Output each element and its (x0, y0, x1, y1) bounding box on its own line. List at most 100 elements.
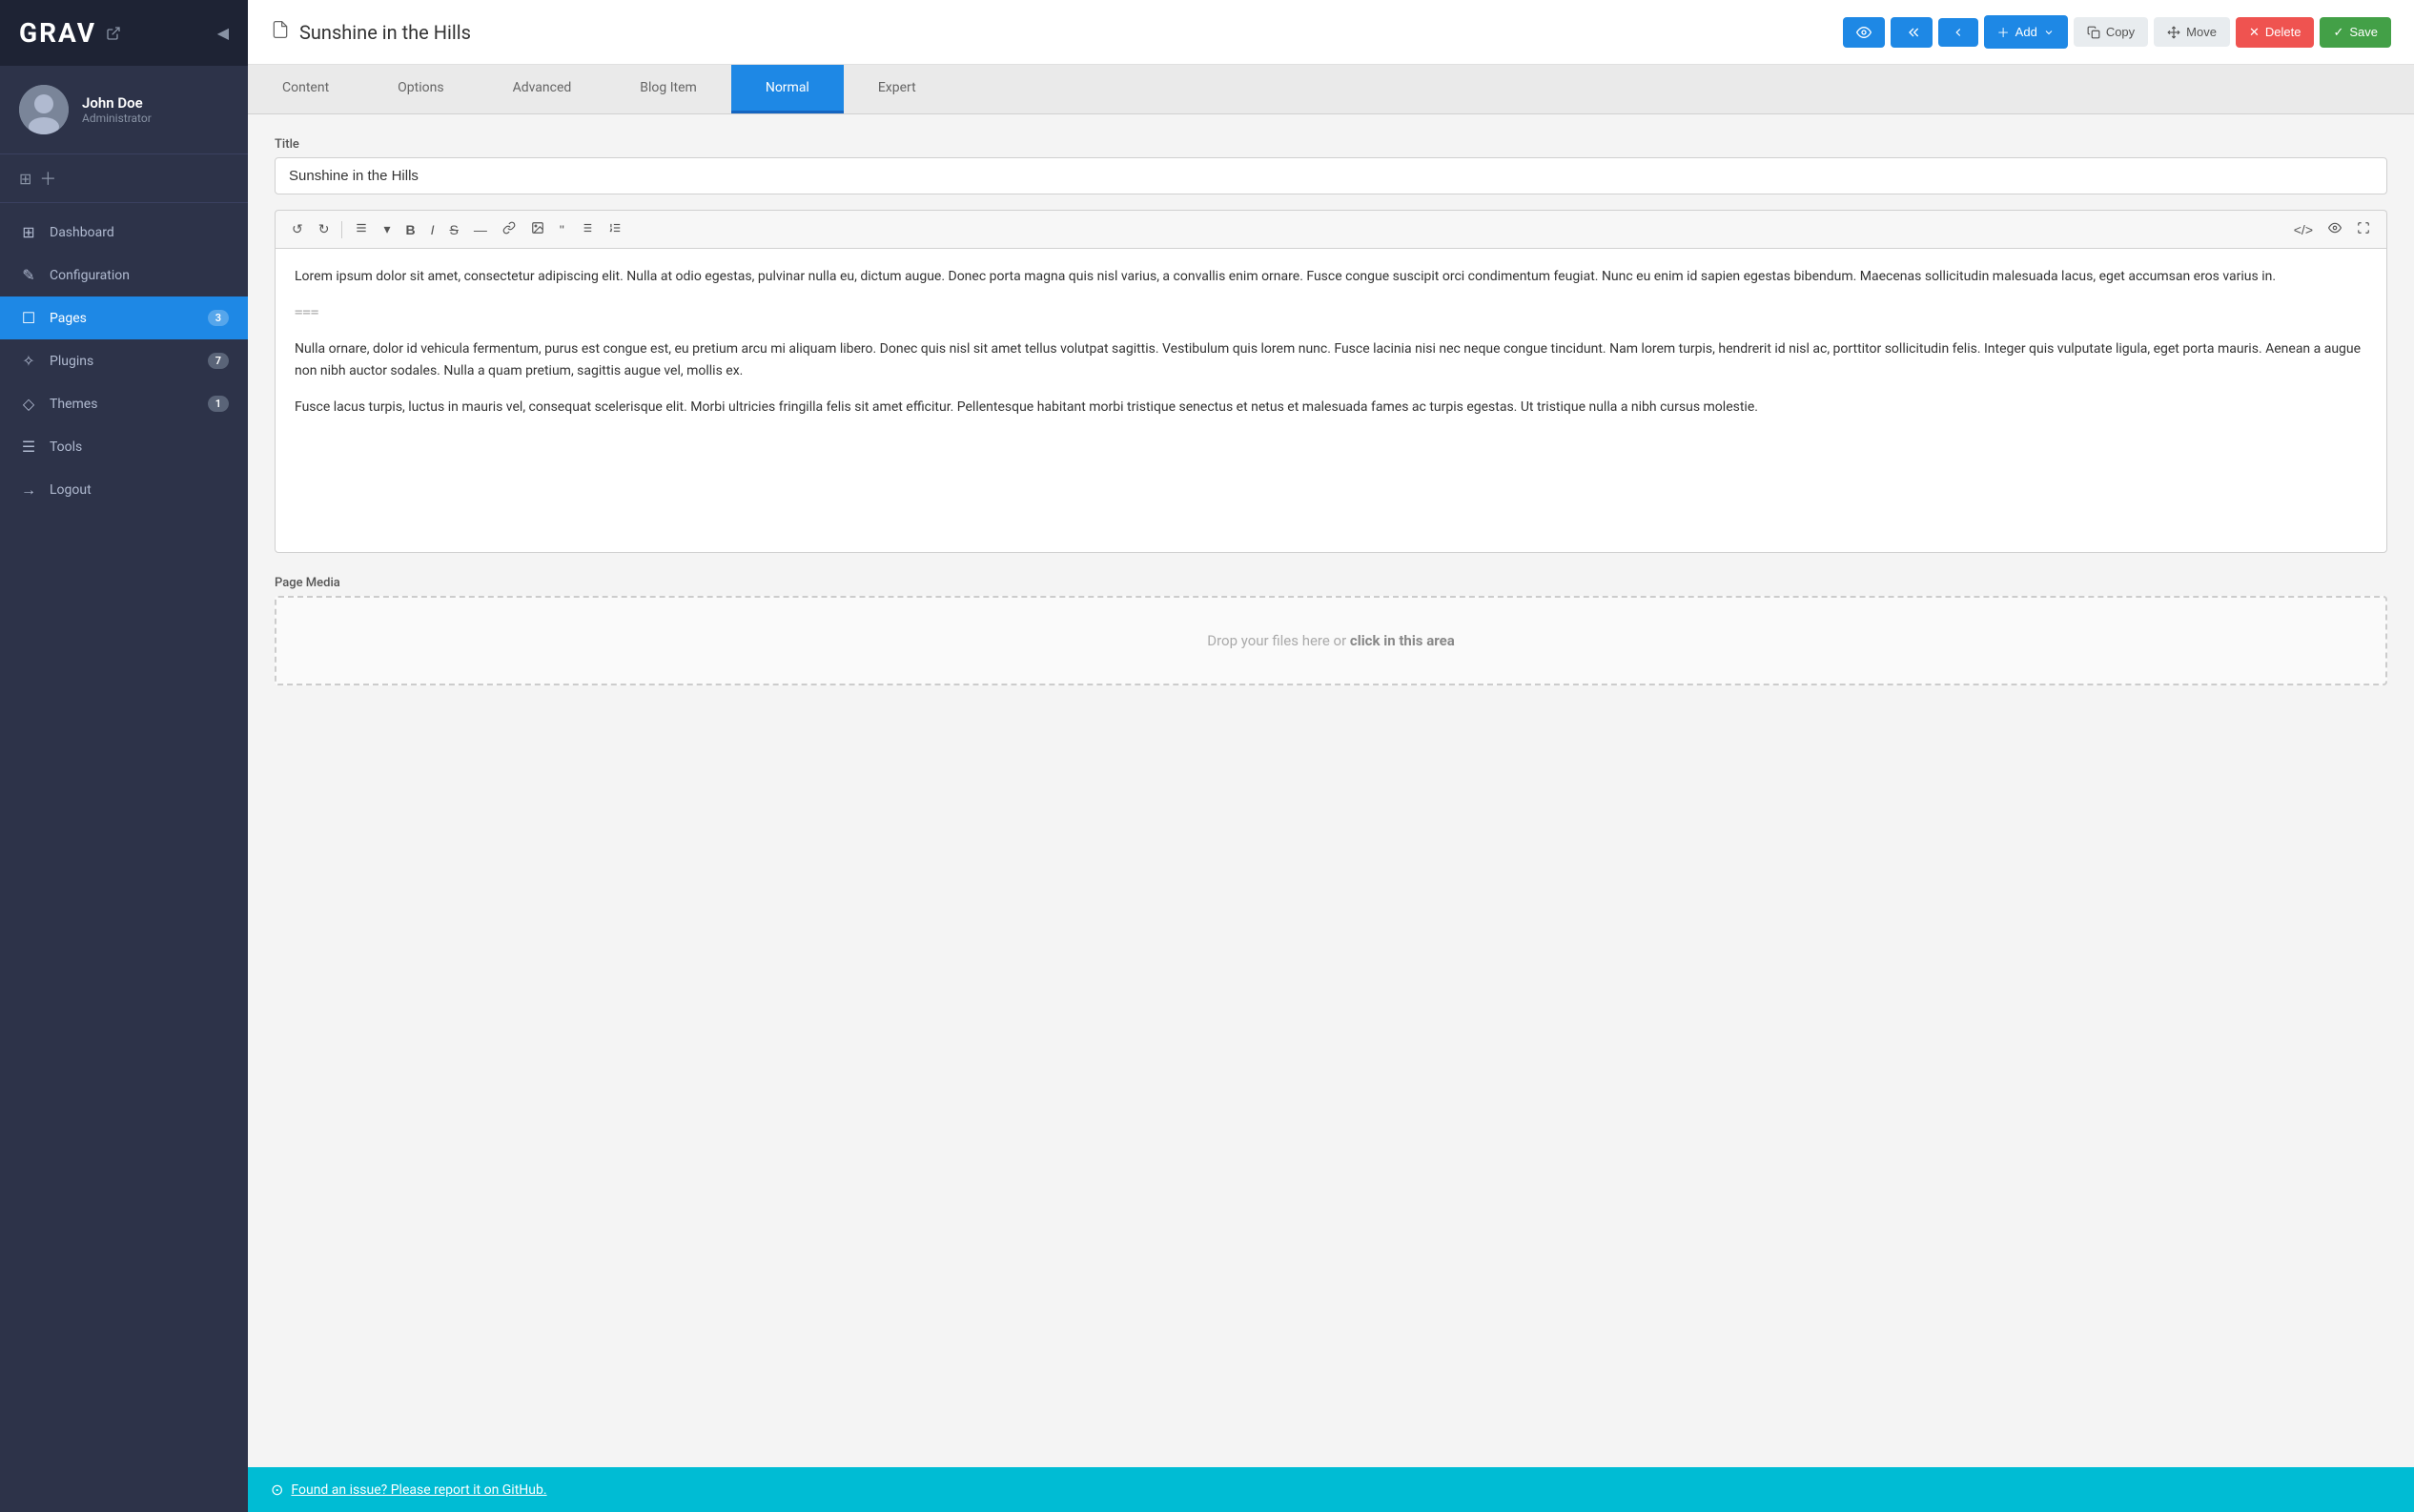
page-title-area: Sunshine in the Hills (271, 20, 471, 44)
toolbar-divider-1 (341, 221, 342, 238)
user-info: John Doe Administrator (82, 94, 152, 125)
tab-expert[interactable]: Expert (844, 65, 951, 113)
media-drop-text: Drop your files here or (1207, 632, 1350, 649)
image-button[interactable] (524, 216, 551, 242)
add-icon: ⊞ (19, 170, 31, 188)
nav-label-pages: Pages (50, 311, 196, 326)
sidebar-add-section[interactable]: ⊞ ＋ (0, 154, 248, 203)
github-icon: ⊙ (271, 1481, 283, 1499)
delete-icon: ✕ (2249, 25, 2260, 40)
hr-button[interactable]: — (467, 217, 494, 242)
nav-icon-tools: ☰ (19, 438, 38, 456)
prev-button[interactable] (1938, 18, 1978, 47)
add-label: Add (2015, 25, 2037, 39)
editor-body[interactable]: Lorem ipsum dolor sit amet, consectetur … (275, 248, 2387, 553)
sidebar-nav: ⊞ Dashboard ✎ Configuration ☐ Pages 3 ✧ … (0, 203, 248, 1512)
nav-icon-pages: ☐ (19, 309, 38, 327)
heading-dropdown-button[interactable]: ▾ (377, 216, 397, 242)
code-button[interactable]: </> (2287, 216, 2320, 242)
copy-button[interactable]: Copy (2074, 17, 2148, 47)
sidebar-item-plugins[interactable]: ✧ Plugins 7 (0, 339, 248, 382)
preview-button[interactable] (1843, 17, 1885, 48)
strikethrough-button[interactable]: S (443, 217, 465, 242)
avatar (19, 85, 69, 134)
user-section: John Doe Administrator (0, 66, 248, 154)
external-link-icon[interactable] (106, 26, 121, 41)
undo-button[interactable]: ↺ (285, 216, 310, 242)
ol-button[interactable] (602, 216, 628, 242)
sidebar-item-configuration[interactable]: ✎ Configuration (0, 254, 248, 296)
sidebar-logo: GRAV (19, 17, 121, 49)
sidebar-item-dashboard[interactable]: ⊞ Dashboard (0, 211, 248, 254)
user-name: John Doe (82, 94, 152, 112)
nav-icon-logout: → (19, 480, 38, 500)
move-label: Move (2186, 25, 2217, 39)
topbar: Sunshine in the Hills (248, 0, 2414, 65)
add-button[interactable]: ＋ Add (1984, 15, 2068, 49)
back-button[interactable] (1891, 17, 1933, 48)
tab-advanced[interactable]: Advanced (479, 65, 606, 113)
save-button[interactable]: ✓ Save (2320, 17, 2391, 48)
sidebar-item-pages[interactable]: ☐ Pages 3 (0, 296, 248, 339)
dropdown-chevron-icon (2043, 27, 2055, 38)
quote-button[interactable]: " (553, 217, 571, 242)
topbar-actions: ＋ Add Copy Mov (1843, 15, 2391, 49)
move-button[interactable]: Move (2154, 17, 2230, 47)
nav-label-logout: Logout (50, 482, 229, 498)
tab-options[interactable]: Options (363, 65, 478, 113)
editor-toolbar: ↺ ↻ ▾ B I S — " (275, 210, 2387, 248)
ul-button[interactable] (573, 216, 600, 242)
save-icon: ✓ (2333, 25, 2343, 40)
italic-button[interactable]: I (424, 217, 441, 242)
sidebar-item-tools[interactable]: ☰ Tools (0, 425, 248, 468)
title-input[interactable] (275, 157, 2387, 194)
body-paragraph-3: Fusce lacus turpis, luctus in mauris vel… (295, 397, 2367, 419)
copy-label: Copy (2106, 25, 2135, 39)
editor-container: Title ↺ ↻ ▾ B I S — (248, 114, 2414, 708)
bold-button[interactable]: B (399, 217, 422, 242)
sidebar-item-logout[interactable]: → Logout (0, 468, 248, 512)
add-label: ＋ (39, 166, 56, 191)
delete-label: Delete (2265, 25, 2301, 39)
heading-button[interactable] (348, 216, 375, 242)
save-label: Save (2349, 25, 2378, 39)
nav-label-tools: Tools (50, 439, 229, 455)
nav-badge-themes: 1 (208, 396, 229, 412)
nav-label-themes: Themes (50, 397, 196, 412)
title-label: Title (275, 137, 2387, 152)
nav-label-dashboard: Dashboard (50, 225, 229, 240)
tab-blog-item[interactable]: Blog Item (605, 65, 731, 113)
tabs-bar: ContentOptionsAdvancedBlog ItemNormalExp… (248, 65, 2414, 114)
tab-content[interactable]: Content (248, 65, 363, 113)
sidebar-item-themes[interactable]: ◇ Themes 1 (0, 382, 248, 425)
link-button[interactable] (496, 216, 522, 242)
add-icon-plus: ＋ (1997, 23, 2010, 41)
media-label: Page Media (275, 576, 2387, 590)
nav-icon-themes: ◇ (19, 395, 38, 413)
delete-button[interactable]: ✕ Delete (2236, 17, 2314, 48)
media-drop-zone[interactable]: Drop your files here or click in this ar… (275, 596, 2387, 685)
nav-label-plugins: Plugins (50, 354, 196, 369)
toolbar-right: </> (2287, 216, 2377, 242)
main-content: Sunshine in the Hills (248, 0, 2414, 1512)
body-divider: === (295, 302, 2367, 325)
sidebar-collapse-button[interactable]: ◀ (217, 24, 229, 43)
nav-badge-pages: 3 (208, 310, 229, 326)
logo-text: GRAV (19, 17, 96, 49)
preview-mode-button[interactable] (2322, 216, 2348, 242)
body-paragraph-2: Nulla ornare, dolor id vehicula fermentu… (295, 338, 2367, 384)
footer-text[interactable]: Found an issue? Please report it on GitH… (291, 1482, 546, 1498)
media-click-text: click in this area (1350, 632, 1455, 649)
sidebar: GRAV ◀ John Doe Administrator ⊞ ＋ ⊞ D (0, 0, 248, 1512)
footer-bar: ⊙ Found an issue? Please report it on Gi… (248, 1467, 2414, 1512)
nav-icon-configuration: ✎ (19, 266, 38, 284)
move-icon (2167, 26, 2180, 39)
user-role: Administrator (82, 112, 152, 125)
sidebar-header: GRAV ◀ (0, 0, 248, 66)
body-paragraph-1: Lorem ipsum dolor sit amet, consectetur … (295, 266, 2367, 289)
nav-label-configuration: Configuration (50, 268, 229, 283)
redo-button[interactable]: ↻ (312, 216, 337, 242)
tab-normal[interactable]: Normal (731, 65, 844, 113)
content-area: ContentOptionsAdvancedBlog ItemNormalExp… (248, 65, 2414, 1467)
fullscreen-button[interactable] (2350, 216, 2377, 242)
